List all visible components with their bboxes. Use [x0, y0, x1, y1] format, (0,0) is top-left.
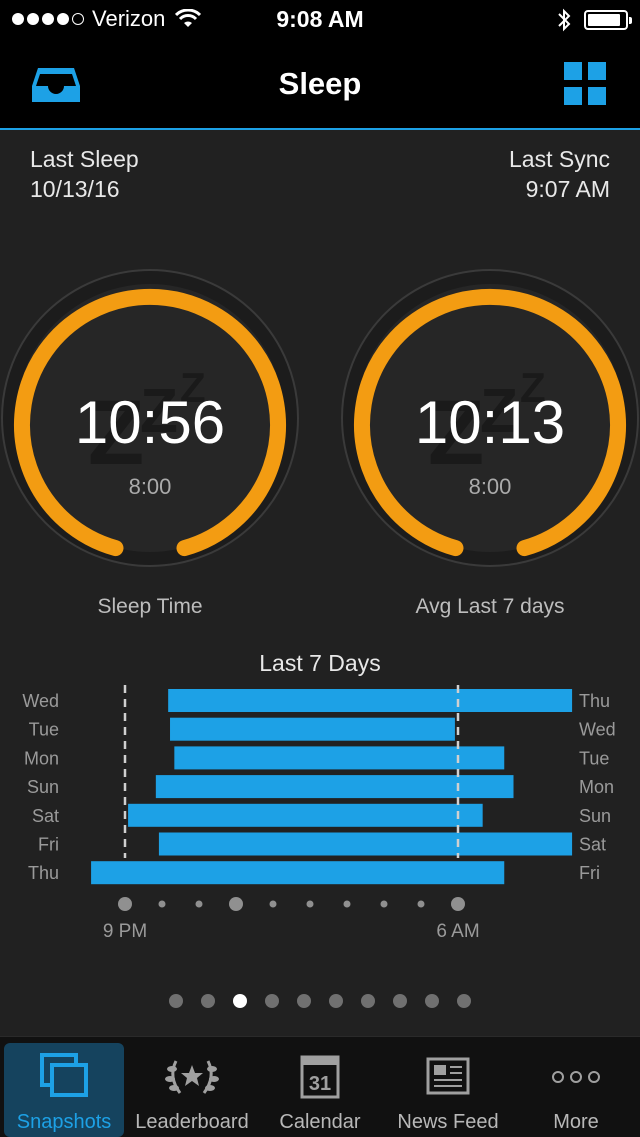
axis-tick-dot: [417, 900, 425, 908]
page-dot[interactable]: [425, 994, 439, 1008]
sleep-bar: [155, 775, 514, 799]
start-day-label: Sun: [27, 777, 59, 797]
sleep-bar: [158, 832, 573, 856]
tab-label: Snapshots: [16, 1111, 112, 1133]
start-day-label: Wed: [22, 691, 59, 711]
sleep-bar: [128, 803, 483, 827]
x-tick-label: 9 PM: [103, 921, 147, 942]
axis-tick-dot: [343, 900, 351, 908]
sleep-bar: [170, 717, 455, 741]
end-day-label: Sat: [579, 835, 606, 855]
end-day-label: Thu: [579, 691, 610, 711]
tab-news-feed[interactable]: News Feed: [384, 1037, 512, 1137]
start-day-label: Fri: [38, 835, 59, 855]
tab-label: More: [553, 1111, 599, 1133]
end-day-label: Wed: [579, 720, 616, 740]
calendar-badge: 31: [309, 1073, 331, 1095]
page-dot[interactable]: [329, 994, 343, 1008]
tab-label: Leaderboard: [135, 1111, 249, 1133]
axis-tick-dot: [269, 900, 277, 908]
axis-tick-dot: [195, 900, 203, 908]
tab-label: Calendar: [279, 1111, 361, 1133]
axis-tick-dot: [306, 900, 314, 908]
page-dot[interactable]: [361, 994, 375, 1008]
tab-calendar[interactable]: 31 Calendar: [256, 1037, 384, 1137]
tab-leaderboard[interactable]: Leaderboard: [128, 1037, 256, 1137]
snapshots-icon: [40, 1053, 88, 1097]
axis-tick-dot: [380, 900, 388, 908]
page-dot[interactable]: [297, 994, 311, 1008]
tab-label: News Feed: [397, 1111, 499, 1133]
more-icon: [552, 1071, 600, 1083]
page-dot[interactable]: [233, 994, 247, 1008]
end-day-label: Tue: [579, 748, 609, 768]
tab-snapshots[interactable]: Snapshots: [0, 1037, 128, 1137]
axis-tick-dot: [229, 897, 243, 911]
page-dot[interactable]: [393, 994, 407, 1008]
page-dot[interactable]: [201, 994, 215, 1008]
page-dot[interactable]: [457, 994, 471, 1008]
end-day-label: Mon: [579, 777, 614, 797]
sleep-bar: [174, 746, 505, 770]
tab-bar: Snapshots Leaderboard 31 Calendar News F…: [0, 1036, 640, 1137]
start-day-label: Tue: [29, 720, 59, 740]
axis-tick-dot: [118, 897, 132, 911]
axis-tick-dot: [451, 897, 465, 911]
tab-more[interactable]: More: [512, 1037, 640, 1137]
sleep-chart[interactable]: Wed Thu Tue Wed Mon Tue Sun Mon Sat Sun Fri Sat Thu F…: [0, 0, 640, 960]
axis-tick-dot: [158, 900, 166, 908]
end-day-label: Fri: [579, 863, 600, 883]
start-day-label: Sat: [32, 806, 59, 826]
page-dot[interactable]: [265, 994, 279, 1008]
newspaper-icon: [426, 1057, 470, 1095]
page-dot[interactable]: [169, 994, 183, 1008]
sleep-bar: [168, 689, 573, 712]
start-day-label: Mon: [24, 748, 59, 768]
start-day-label: Thu: [28, 863, 59, 883]
end-day-label: Sun: [579, 806, 611, 826]
page-indicator[interactable]: [0, 992, 640, 1010]
sleep-bar: [91, 861, 505, 885]
x-tick-label: 6 AM: [436, 921, 479, 942]
calendar-icon: 31: [300, 1055, 340, 1099]
laurel-icon: [165, 1060, 219, 1094]
